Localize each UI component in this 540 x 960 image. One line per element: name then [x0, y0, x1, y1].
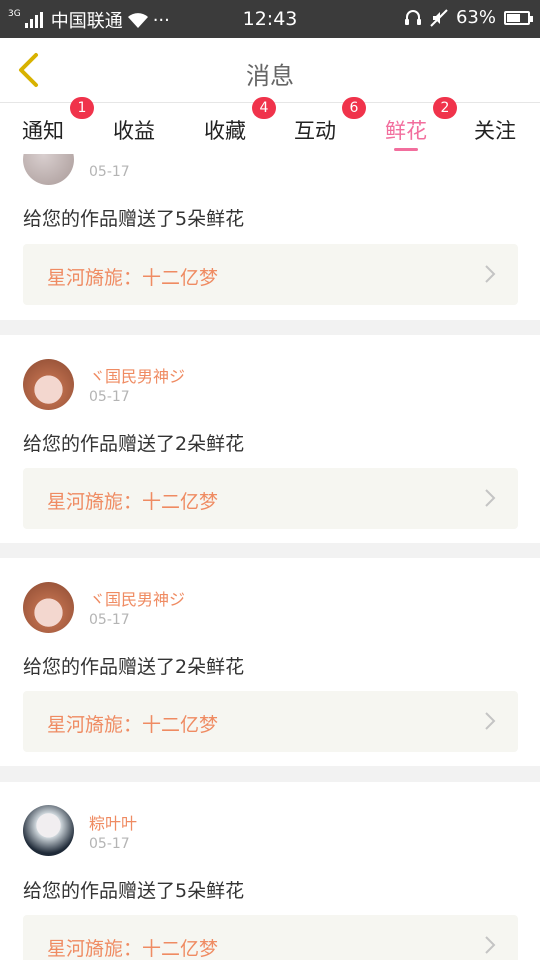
active-tab-indicator [394, 148, 418, 151]
chevron-right-icon [485, 712, 496, 730]
work-link[interactable]: 星河旖旎：十二亿梦 [23, 244, 518, 305]
work-title: 星河旖旎：十二亿梦 [47, 491, 219, 513]
unread-badge: 6 [342, 97, 366, 119]
list-item: ヾ国民男神ジ 05-17 给您的作品赠送了2朵鲜花 星河旖旎：十二亿梦 [0, 558, 540, 766]
message-date: 05-17 [89, 164, 130, 180]
tab-bar: 通知 1 收益 收藏 4 互动 6 鲜花 2 关注 [0, 97, 540, 155]
mute-icon [430, 8, 448, 27]
avatar[interactable] [23, 154, 74, 185]
unread-badge: 2 [433, 97, 457, 119]
unread-badge: 1 [70, 97, 94, 119]
tab-notice[interactable]: 通知 1 [22, 97, 94, 145]
message-date: 05-17 [89, 836, 130, 852]
page-title: 消息 [246, 62, 294, 90]
message-list[interactable]: 05-17 给您的作品赠送了5朵鲜花 星河旖旎：十二亿梦 ヾ国民男神ジ 05-1… [0, 154, 540, 960]
message-text: 给您的作品赠送了2朵鲜花 [23, 656, 245, 678]
message-text: 给您的作品赠送了2朵鲜花 [23, 433, 245, 455]
work-title: 星河旖旎：十二亿梦 [47, 714, 219, 736]
avatar[interactable] [23, 805, 74, 856]
tab-label: 鲜花 [385, 119, 427, 143]
list-item: 05-17 给您的作品赠送了5朵鲜花 星河旖旎：十二亿梦 [0, 154, 540, 320]
work-link[interactable]: 星河旖旎：十二亿梦 [23, 691, 518, 752]
tab-label: 通知 [22, 119, 64, 143]
tab-earnings[interactable]: 收益 [113, 115, 155, 145]
username[interactable]: 粽叶叶 [89, 810, 137, 834]
battery-level [507, 13, 520, 22]
tab-label: 收益 [113, 119, 155, 143]
status-right: 63% [404, 7, 533, 28]
chevron-right-icon [485, 936, 496, 954]
work-title: 星河旖旎：十二亿梦 [47, 938, 219, 960]
battery-percent: 63% [455, 7, 496, 28]
list-item: ヾ国民男神ジ 05-17 给您的作品赠送了2朵鲜花 星河旖旎：十二亿梦 [0, 335, 540, 543]
work-title: 星河旖旎：十二亿梦 [47, 267, 219, 289]
message-text: 给您的作品赠送了5朵鲜花 [23, 880, 245, 902]
headset-icon [404, 9, 421, 25]
nav-bar: 消息 [0, 38, 540, 102]
tab-flowers[interactable]: 鲜花 2 [385, 97, 457, 151]
unread-badge: 4 [252, 97, 276, 119]
tab-interaction[interactable]: 互动 6 [294, 97, 366, 145]
username[interactable]: ヾ国民男神ジ [89, 586, 185, 610]
status-bar: 3G 中国联通 ··· 12:43 63% [0, 0, 540, 38]
chevron-right-icon [485, 489, 496, 507]
tab-follow[interactable]: 关注 [474, 115, 516, 145]
message-text: 给您的作品赠送了5朵鲜花 [23, 208, 245, 230]
work-link[interactable]: 星河旖旎：十二亿梦 [23, 468, 518, 529]
list-item: 粽叶叶 05-17 给您的作品赠送了5朵鲜花 星河旖旎：十二亿梦 [0, 782, 540, 960]
avatar[interactable] [23, 359, 74, 410]
tab-label: 收藏 [204, 119, 246, 143]
message-date: 05-17 [89, 389, 130, 405]
tab-label: 关注 [474, 119, 516, 143]
username[interactable]: ヾ国民男神ジ [89, 363, 185, 387]
work-link[interactable]: 星河旖旎：十二亿梦 [23, 915, 518, 960]
avatar[interactable] [23, 582, 74, 633]
tab-label: 互动 [294, 119, 336, 143]
message-date: 05-17 [89, 612, 130, 628]
chevron-right-icon [485, 265, 496, 283]
battery-icon [504, 10, 533, 25]
tab-favorites[interactable]: 收藏 4 [204, 97, 276, 145]
